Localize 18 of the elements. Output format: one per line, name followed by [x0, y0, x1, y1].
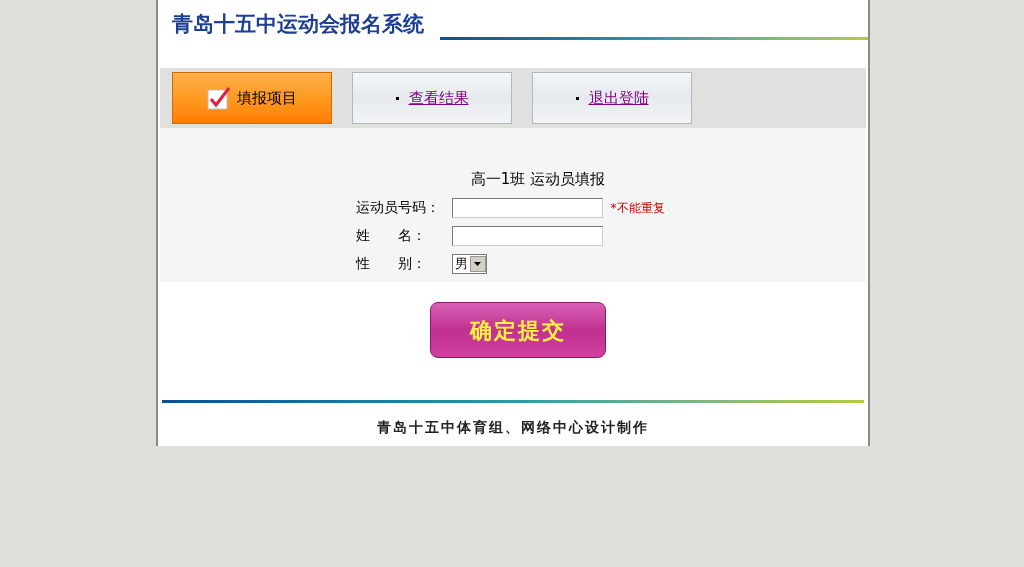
dropdown-arrow-icon [474, 261, 481, 266]
submit-button[interactable]: 确定提交 [430, 302, 606, 358]
site-title: 青岛十五中运动会报名系统 [172, 11, 424, 38]
input-field[interactable] [451, 225, 603, 246]
footer-credit: 青岛十五中体育组、网络中心设计制作 [377, 418, 649, 437]
checkbox-icon [207, 86, 231, 110]
nav-tab[interactable]: 填报项目 [172, 72, 332, 124]
input-field[interactable] [451, 197, 603, 218]
nav-tab[interactable]: 查看结果 [352, 72, 512, 124]
field-label: 姓 名： [355, 226, 427, 245]
field-label: 运动员号码： [355, 198, 441, 217]
bullet-icon [575, 96, 579, 100]
nav-tab[interactable]: 退出登陆 [532, 72, 692, 124]
field-note: *不能重复 [610, 199, 665, 217]
gender-select[interactable]: 男 [451, 253, 487, 274]
bullet-icon [395, 96, 399, 100]
form-heading: 高一1班 运动员填报 [470, 169, 606, 190]
field-label: 性 别： [355, 254, 427, 273]
